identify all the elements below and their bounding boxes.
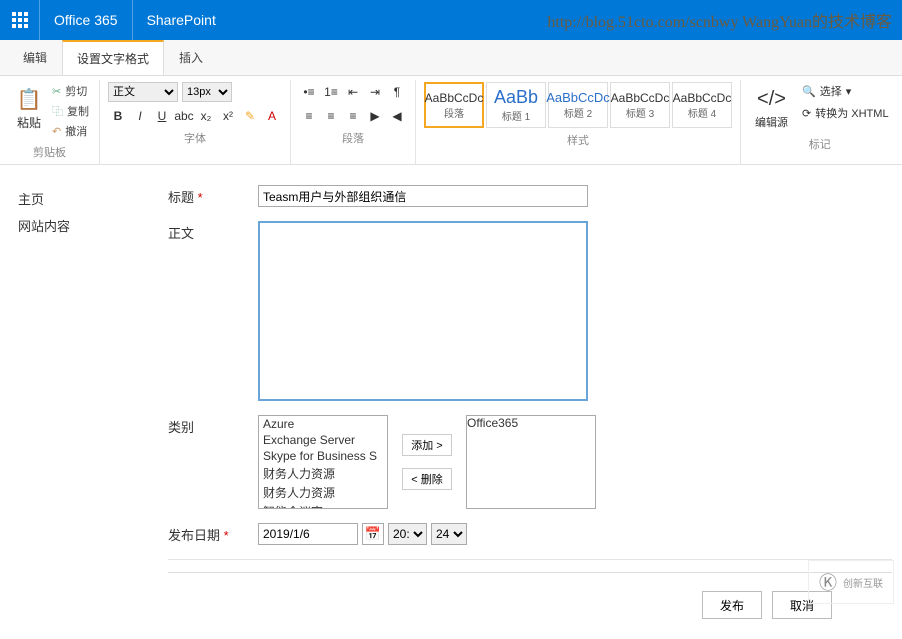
list-item[interactable]: 财务人力资源 xyxy=(259,464,387,483)
group-label-paragraph: 段落 xyxy=(342,126,364,148)
select-button[interactable]: 🔍选择▾ xyxy=(800,82,891,100)
font-name-select[interactable]: 正文 xyxy=(108,82,178,102)
numbering-button[interactable]: 1≡ xyxy=(321,82,341,102)
tab-edit[interactable]: 编辑 xyxy=(8,40,62,75)
app-launcher[interactable] xyxy=(0,0,40,40)
align-left-button[interactable]: ≡ xyxy=(299,106,319,126)
brand-sharepoint[interactable]: SharePoint xyxy=(133,0,230,40)
ribbon-group-font: 正文 13px B I U abc x₂ x² ✎ A 字体 xyxy=(100,80,291,164)
blog-watermark: http://blog.51cto.com/scnbwy WangYuan的技术… xyxy=(547,8,892,32)
page-content: 主页 网站内容 标题 * 正文 类别 Azure Exchange Server… xyxy=(0,165,902,639)
style-heading4[interactable]: AaBbCcDc标题 4 xyxy=(672,82,732,128)
ribbon-group-clipboard: 📋 粘贴 ✂剪切 ⿻复制 ↶撤消 剪贴板 xyxy=(0,80,100,164)
edit-form: 标题 * 正文 类别 Azure Exchange Server Skype f… xyxy=(168,185,892,629)
style-heading1[interactable]: AaBb标题 1 xyxy=(486,82,546,128)
convert-xhtml-button[interactable]: ⟳转换为 XHTML xyxy=(800,104,891,122)
nav-site-contents[interactable]: 网站内容 xyxy=(18,212,168,239)
ltr-button[interactable]: ▶ xyxy=(365,106,385,126)
minute-select[interactable]: 24 xyxy=(431,523,467,545)
waffle-icon xyxy=(12,12,28,28)
pilcrow-button[interactable]: ¶ xyxy=(387,82,407,102)
publish-date-input[interactable] xyxy=(258,523,358,545)
undo-icon: ↶ xyxy=(52,125,61,138)
list-item[interactable]: Skype for Business S xyxy=(259,448,387,464)
font-size-select[interactable]: 13px xyxy=(182,82,232,102)
divider xyxy=(168,559,892,560)
tab-format-text[interactable]: 设置文字格式 xyxy=(62,40,164,75)
scissors-icon: ✂ xyxy=(52,85,61,98)
align-right-button[interactable]: ≡ xyxy=(343,106,363,126)
code-icon: </> xyxy=(757,84,787,114)
superscript-button[interactable]: x² xyxy=(218,106,238,126)
paste-icon: 📋 xyxy=(14,84,44,114)
tab-insert[interactable]: 插入 xyxy=(164,40,218,75)
add-category-button[interactable]: 添加 > xyxy=(402,434,452,456)
subscript-button[interactable]: x₂ xyxy=(196,106,216,126)
strikethrough-button[interactable]: abc xyxy=(174,106,194,126)
calendar-icon: 📅 xyxy=(365,526,381,542)
nav-home[interactable]: 主页 xyxy=(18,185,168,212)
ribbon-tabs: 编辑 设置文字格式 插入 xyxy=(0,40,902,76)
publish-button[interactable]: 发布 xyxy=(702,591,762,619)
style-paragraph[interactable]: AaBbCcDc段落 xyxy=(424,82,484,128)
logo-icon: Ⓚ xyxy=(819,569,837,595)
style-heading2[interactable]: AaBbCcDc标题 2 xyxy=(548,82,608,128)
calendar-button[interactable]: 📅 xyxy=(362,523,384,545)
group-label-font: 字体 xyxy=(184,126,206,148)
available-categories-list[interactable]: Azure Exchange Server Skype for Business… xyxy=(258,415,388,509)
chevron-down-icon: ▾ xyxy=(846,85,852,98)
edit-source-button[interactable]: </> 编辑源 xyxy=(749,82,794,132)
label-title: 标题 * xyxy=(168,185,258,206)
ribbon-group-marks: </> 编辑源 🔍选择▾ ⟳转换为 XHTML 标记 xyxy=(741,80,899,164)
indent-button[interactable]: ⇥ xyxy=(365,82,385,102)
selected-categories-list[interactable]: Office365 xyxy=(466,415,596,509)
group-label-styles: 样式 xyxy=(567,128,589,150)
remove-category-button[interactable]: < 删除 xyxy=(402,468,452,490)
label-publish-date: 发布日期 * xyxy=(168,523,258,544)
list-item[interactable]: 智能会议室 xyxy=(259,502,387,509)
list-item[interactable]: 财务人力资源 xyxy=(259,483,387,502)
select-icon: 🔍 xyxy=(802,85,816,98)
hour-select[interactable]: 20: xyxy=(388,523,427,545)
copy-button[interactable]: ⿻复制 xyxy=(50,102,91,120)
body-textarea[interactable] xyxy=(258,221,588,401)
ribbon: 📋 粘贴 ✂剪切 ⿻复制 ↶撤消 剪贴板 正文 13px B I U abc x… xyxy=(0,76,902,165)
highlight-button[interactable]: ✎ xyxy=(240,106,260,126)
paste-label: 粘贴 xyxy=(17,114,41,131)
label-body: 正文 xyxy=(168,221,258,242)
underline-button[interactable]: U xyxy=(152,106,172,126)
group-label-marks: 标记 xyxy=(809,132,831,154)
outdent-button[interactable]: ⇤ xyxy=(343,82,363,102)
convert-icon: ⟳ xyxy=(802,107,811,120)
label-category: 类别 xyxy=(168,415,258,436)
cut-button[interactable]: ✂剪切 xyxy=(50,82,91,100)
align-center-button[interactable]: ≡ xyxy=(321,106,341,126)
brand-office365[interactable]: Office 365 xyxy=(40,0,133,40)
title-input[interactable] xyxy=(258,185,588,207)
rtl-button[interactable]: ◀ xyxy=(387,106,407,126)
undo-button[interactable]: ↶撤消 xyxy=(50,122,91,140)
copy-icon: ⿻ xyxy=(52,103,63,119)
list-item[interactable]: Exchange Server xyxy=(259,432,387,448)
left-nav: 主页 网站内容 xyxy=(18,185,168,629)
ribbon-group-paragraph: •≡ 1≡ ⇤ ⇥ ¶ ≡ ≡ ≡ ▶ ◀ 段落 xyxy=(291,80,416,164)
list-item[interactable]: Azure xyxy=(259,416,387,432)
list-item[interactable]: Office365 xyxy=(467,416,595,430)
bullets-button[interactable]: •≡ xyxy=(299,82,319,102)
paste-button[interactable]: 📋 粘贴 xyxy=(8,82,50,133)
italic-button[interactable]: I xyxy=(130,106,150,126)
app-header: Office 365 SharePoint http://blog.51cto.… xyxy=(0,0,902,40)
style-heading3[interactable]: AaBbCcDc标题 3 xyxy=(610,82,670,128)
footer-logo: Ⓚ 创新互联 xyxy=(808,560,894,604)
font-color-button[interactable]: A xyxy=(262,106,282,126)
bold-button[interactable]: B xyxy=(108,106,128,126)
group-label-clipboard: 剪贴板 xyxy=(33,140,66,162)
ribbon-group-styles: AaBbCcDc段落 AaBb标题 1 AaBbCcDc标题 2 AaBbCcD… xyxy=(416,80,741,164)
